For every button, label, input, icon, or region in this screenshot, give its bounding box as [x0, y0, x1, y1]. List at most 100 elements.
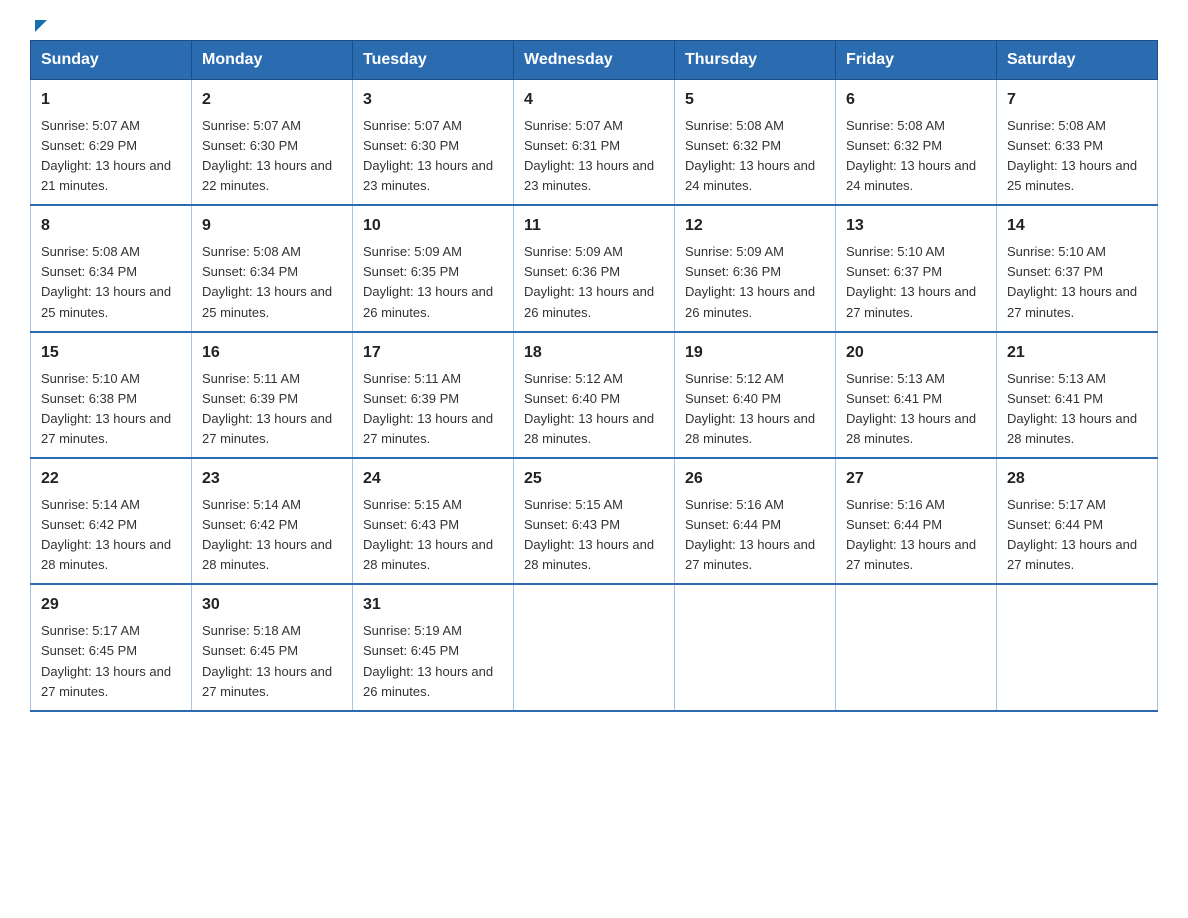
- sunrise-info: Sunrise: 5:13 AMSunset: 6:41 PMDaylight:…: [846, 371, 976, 446]
- sunrise-info: Sunrise: 5:08 AMSunset: 6:34 PMDaylight:…: [41, 244, 171, 319]
- day-number: 14: [1007, 214, 1147, 239]
- day-number: 18: [524, 341, 664, 366]
- day-number: 6: [846, 88, 986, 113]
- calendar-week-row: 1 Sunrise: 5:07 AMSunset: 6:29 PMDaylight…: [31, 80, 1158, 206]
- day-number: 1: [41, 88, 181, 113]
- weekday-header-row: SundayMondayTuesdayWednesdayThursdayFrid…: [31, 41, 1158, 80]
- calendar-cell: 30 Sunrise: 5:18 AMSunset: 6:45 PMDayligh…: [192, 584, 353, 710]
- day-number: 23: [202, 467, 342, 492]
- day-number: 24: [363, 467, 503, 492]
- day-number: 4: [524, 88, 664, 113]
- sunrise-info: Sunrise: 5:09 AMSunset: 6:36 PMDaylight:…: [524, 244, 654, 319]
- sunrise-info: Sunrise: 5:08 AMSunset: 6:34 PMDaylight:…: [202, 244, 332, 319]
- sunrise-info: Sunrise: 5:08 AMSunset: 6:33 PMDaylight:…: [1007, 118, 1137, 193]
- day-number: 30: [202, 593, 342, 618]
- day-number: 9: [202, 214, 342, 239]
- weekday-header-monday: Monday: [192, 41, 353, 80]
- calendar-cell: 11 Sunrise: 5:09 AMSunset: 6:36 PMDayligh…: [514, 205, 675, 331]
- calendar-cell: 18 Sunrise: 5:12 AMSunset: 6:40 PMDayligh…: [514, 332, 675, 458]
- sunrise-info: Sunrise: 5:15 AMSunset: 6:43 PMDaylight:…: [363, 497, 493, 572]
- sunrise-info: Sunrise: 5:07 AMSunset: 6:30 PMDaylight:…: [363, 118, 493, 193]
- weekday-header-wednesday: Wednesday: [514, 41, 675, 80]
- day-number: 21: [1007, 341, 1147, 366]
- calendar-cell: 31Sunrise: 5:19 AMSunset: 6:45 PMDayligh…: [353, 584, 514, 710]
- sunrise-info: Sunrise: 5:15 AMSunset: 6:43 PMDaylight:…: [524, 497, 654, 572]
- calendar-cell: 15 Sunrise: 5:10 AMSunset: 6:38 PMDayligh…: [31, 332, 192, 458]
- calendar-cell: 3Sunrise: 5:07 AMSunset: 6:30 PMDaylight…: [353, 80, 514, 206]
- calendar-cell: [836, 584, 997, 710]
- day-number: 20: [846, 341, 986, 366]
- calendar-cell: 20 Sunrise: 5:13 AMSunset: 6:41 PMDayligh…: [836, 332, 997, 458]
- logo: [30, 20, 47, 30]
- sunrise-info: Sunrise: 5:08 AMSunset: 6:32 PMDaylight:…: [846, 118, 976, 193]
- sunrise-info: Sunrise: 5:16 AMSunset: 6:44 PMDaylight:…: [685, 497, 815, 572]
- calendar-week-row: 15 Sunrise: 5:10 AMSunset: 6:38 PMDayligh…: [31, 332, 1158, 458]
- calendar-cell: 24 Sunrise: 5:15 AMSunset: 6:43 PMDayligh…: [353, 458, 514, 584]
- calendar-cell: [675, 584, 836, 710]
- day-number: 7: [1007, 88, 1147, 113]
- calendar-cell: 19 Sunrise: 5:12 AMSunset: 6:40 PMDayligh…: [675, 332, 836, 458]
- calendar-cell: 25 Sunrise: 5:15 AMSunset: 6:43 PMDayligh…: [514, 458, 675, 584]
- sunrise-info: Sunrise: 5:17 AMSunset: 6:44 PMDaylight:…: [1007, 497, 1137, 572]
- calendar-table: SundayMondayTuesdayWednesdayThursdayFrid…: [30, 40, 1158, 712]
- day-number: 28: [1007, 467, 1147, 492]
- calendar-cell: 16 Sunrise: 5:11 AMSunset: 6:39 PMDayligh…: [192, 332, 353, 458]
- calendar-cell: [514, 584, 675, 710]
- day-number: 13: [846, 214, 986, 239]
- calendar-cell: 2Sunrise: 5:07 AMSunset: 6:30 PMDaylight…: [192, 80, 353, 206]
- sunrise-info: Sunrise: 5:11 AMSunset: 6:39 PMDaylight:…: [202, 371, 332, 446]
- calendar-cell: 6 Sunrise: 5:08 AMSunset: 6:32 PMDaylight…: [836, 80, 997, 206]
- day-number: 27: [846, 467, 986, 492]
- day-number: 22: [41, 467, 181, 492]
- day-number: 10: [363, 214, 503, 239]
- sunrise-info: Sunrise: 5:13 AMSunset: 6:41 PMDaylight:…: [1007, 371, 1137, 446]
- calendar-cell: 8 Sunrise: 5:08 AMSunset: 6:34 PMDaylight…: [31, 205, 192, 331]
- day-number: 19: [685, 341, 825, 366]
- sunrise-info: Sunrise: 5:07 AMSunset: 6:30 PMDaylight:…: [202, 118, 332, 193]
- sunrise-info: Sunrise: 5:14 AMSunset: 6:42 PMDaylight:…: [202, 497, 332, 572]
- sunrise-info: Sunrise: 5:07 AMSunset: 6:29 PMDaylight:…: [41, 118, 171, 193]
- calendar-cell: 14 Sunrise: 5:10 AMSunset: 6:37 PMDayligh…: [997, 205, 1158, 331]
- calendar-cell: 10 Sunrise: 5:09 AMSunset: 6:35 PMDayligh…: [353, 205, 514, 331]
- calendar-cell: 17Sunrise: 5:11 AMSunset: 6:39 PMDayligh…: [353, 332, 514, 458]
- calendar-cell: 22 Sunrise: 5:14 AMSunset: 6:42 PMDayligh…: [31, 458, 192, 584]
- calendar-cell: 27Sunrise: 5:16 AMSunset: 6:44 PMDayligh…: [836, 458, 997, 584]
- logo-triangle-icon: [35, 20, 47, 32]
- sunrise-info: Sunrise: 5:14 AMSunset: 6:42 PMDaylight:…: [41, 497, 171, 572]
- calendar-cell: 5Sunrise: 5:08 AMSunset: 6:32 PMDaylight…: [675, 80, 836, 206]
- sunrise-info: Sunrise: 5:12 AMSunset: 6:40 PMDaylight:…: [685, 371, 815, 446]
- sunrise-info: Sunrise: 5:07 AMSunset: 6:31 PMDaylight:…: [524, 118, 654, 193]
- calendar-cell: 29 Sunrise: 5:17 AMSunset: 6:45 PMDayligh…: [31, 584, 192, 710]
- weekday-header-friday: Friday: [836, 41, 997, 80]
- calendar-cell: 13Sunrise: 5:10 AMSunset: 6:37 PMDayligh…: [836, 205, 997, 331]
- day-number: 16: [202, 341, 342, 366]
- page-header: [30, 20, 1158, 30]
- calendar-cell: 23 Sunrise: 5:14 AMSunset: 6:42 PMDayligh…: [192, 458, 353, 584]
- day-number: 15: [41, 341, 181, 366]
- day-number: 5: [685, 88, 825, 113]
- day-number: 31: [363, 593, 503, 618]
- sunrise-info: Sunrise: 5:09 AMSunset: 6:35 PMDaylight:…: [363, 244, 493, 319]
- weekday-header-sunday: Sunday: [31, 41, 192, 80]
- calendar-week-row: 22 Sunrise: 5:14 AMSunset: 6:42 PMDayligh…: [31, 458, 1158, 584]
- day-number: 11: [524, 214, 664, 239]
- calendar-cell: 26 Sunrise: 5:16 AMSunset: 6:44 PMDayligh…: [675, 458, 836, 584]
- calendar-cell: 9 Sunrise: 5:08 AMSunset: 6:34 PMDaylight…: [192, 205, 353, 331]
- weekday-header-tuesday: Tuesday: [353, 41, 514, 80]
- weekday-header-saturday: Saturday: [997, 41, 1158, 80]
- sunrise-info: Sunrise: 5:12 AMSunset: 6:40 PMDaylight:…: [524, 371, 654, 446]
- calendar-week-row: 8 Sunrise: 5:08 AMSunset: 6:34 PMDaylight…: [31, 205, 1158, 331]
- sunrise-info: Sunrise: 5:17 AMSunset: 6:45 PMDaylight:…: [41, 623, 171, 698]
- day-number: 17: [363, 341, 503, 366]
- day-number: 26: [685, 467, 825, 492]
- sunrise-info: Sunrise: 5:10 AMSunset: 6:38 PMDaylight:…: [41, 371, 171, 446]
- sunrise-info: Sunrise: 5:18 AMSunset: 6:45 PMDaylight:…: [202, 623, 332, 698]
- weekday-header-thursday: Thursday: [675, 41, 836, 80]
- day-number: 8: [41, 214, 181, 239]
- calendar-cell: 21 Sunrise: 5:13 AMSunset: 6:41 PMDayligh…: [997, 332, 1158, 458]
- sunrise-info: Sunrise: 5:09 AMSunset: 6:36 PMDaylight:…: [685, 244, 815, 319]
- sunrise-info: Sunrise: 5:10 AMSunset: 6:37 PMDaylight:…: [1007, 244, 1137, 319]
- day-number: 29: [41, 593, 181, 618]
- calendar-cell: 28 Sunrise: 5:17 AMSunset: 6:44 PMDayligh…: [997, 458, 1158, 584]
- day-number: 25: [524, 467, 664, 492]
